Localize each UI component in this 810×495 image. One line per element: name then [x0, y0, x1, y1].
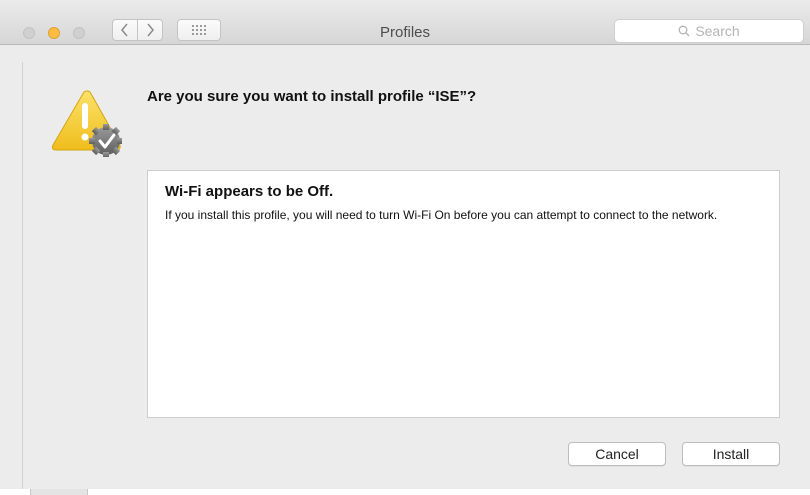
- title-bar: Profiles Search: [0, 0, 810, 45]
- chevron-left-icon: [121, 23, 128, 37]
- forward-button[interactable]: [137, 19, 163, 41]
- window-bottom-tab: [30, 489, 88, 495]
- warning-profile-icon: [51, 90, 122, 157]
- zoom-window-button[interactable]: [73, 27, 85, 39]
- message-panel: Wi-Fi appears to be Off. If you install …: [147, 170, 780, 418]
- search-icon: [678, 25, 690, 37]
- message-body: If you install this profile, you will ne…: [165, 208, 718, 222]
- minimize-window-button[interactable]: [48, 27, 60, 39]
- search-field[interactable]: Search: [614, 19, 804, 43]
- message-title: Wi-Fi appears to be Off.: [165, 183, 334, 200]
- close-window-button[interactable]: [23, 27, 35, 39]
- install-profile-question: Are you sure you want to install profile…: [147, 88, 477, 105]
- search-placeholder: Search: [695, 23, 740, 39]
- profiles-window: Profiles Search Are you sure you want to…: [0, 0, 810, 495]
- show-all-button[interactable]: [177, 19, 221, 41]
- window-bottom-edge: [0, 489, 810, 495]
- install-profile-dialog: Are you sure you want to install profile…: [22, 62, 810, 490]
- cancel-button[interactable]: Cancel: [568, 442, 666, 466]
- install-button[interactable]: Install: [682, 442, 780, 466]
- chevron-right-icon: [147, 23, 154, 37]
- back-button[interactable]: [112, 19, 138, 41]
- show-all-grid-icon: [192, 25, 206, 35]
